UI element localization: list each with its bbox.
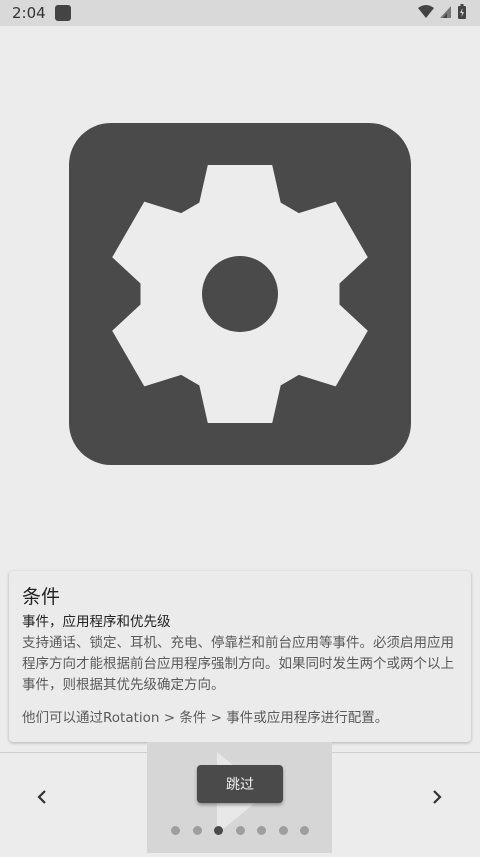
- settings-gear-icon: [69, 123, 411, 465]
- next-button[interactable]: [422, 782, 452, 812]
- status-time: 2:04: [12, 4, 46, 22]
- status-icons: [418, 4, 466, 19]
- page-dot: [278, 826, 288, 835]
- page-dot: [235, 826, 245, 835]
- signal-icon: [440, 5, 451, 18]
- intro-card: 条件 事件，应用程序和优先级 支持通话、锁定、耳机、充电、停靠栏和前台应用等事件…: [9, 571, 471, 742]
- skip-button[interactable]: 跳过: [197, 765, 283, 803]
- card-subtitle: 事件，应用程序和优先级: [22, 614, 171, 630]
- card-description: 支持通话、锁定、耳机、充电、停靠栏和前台应用等事件。必须启用应用程序方向才能根据…: [22, 635, 454, 693]
- page-indicator: [170, 825, 310, 837]
- wifi-icon: [418, 4, 434, 18]
- card-title: 条件: [22, 586, 61, 608]
- page-dot: [300, 826, 309, 835]
- page-dot: [192, 826, 202, 835]
- notification-app-icon: [55, 5, 71, 21]
- page-dot-active: [214, 826, 223, 835]
- page-dot: [171, 826, 180, 835]
- page-dot: [257, 826, 266, 835]
- status-bar: 2:04: [0, 0, 480, 26]
- chevron-right-icon: [433, 790, 442, 804]
- chevron-left-icon: [37, 790, 46, 804]
- battery-icon: [458, 4, 466, 19]
- previous-button[interactable]: [27, 782, 57, 812]
- card-footer-note: 他们可以通过Rotation > 条件 > 事件或应用程序进行配置。: [22, 710, 389, 726]
